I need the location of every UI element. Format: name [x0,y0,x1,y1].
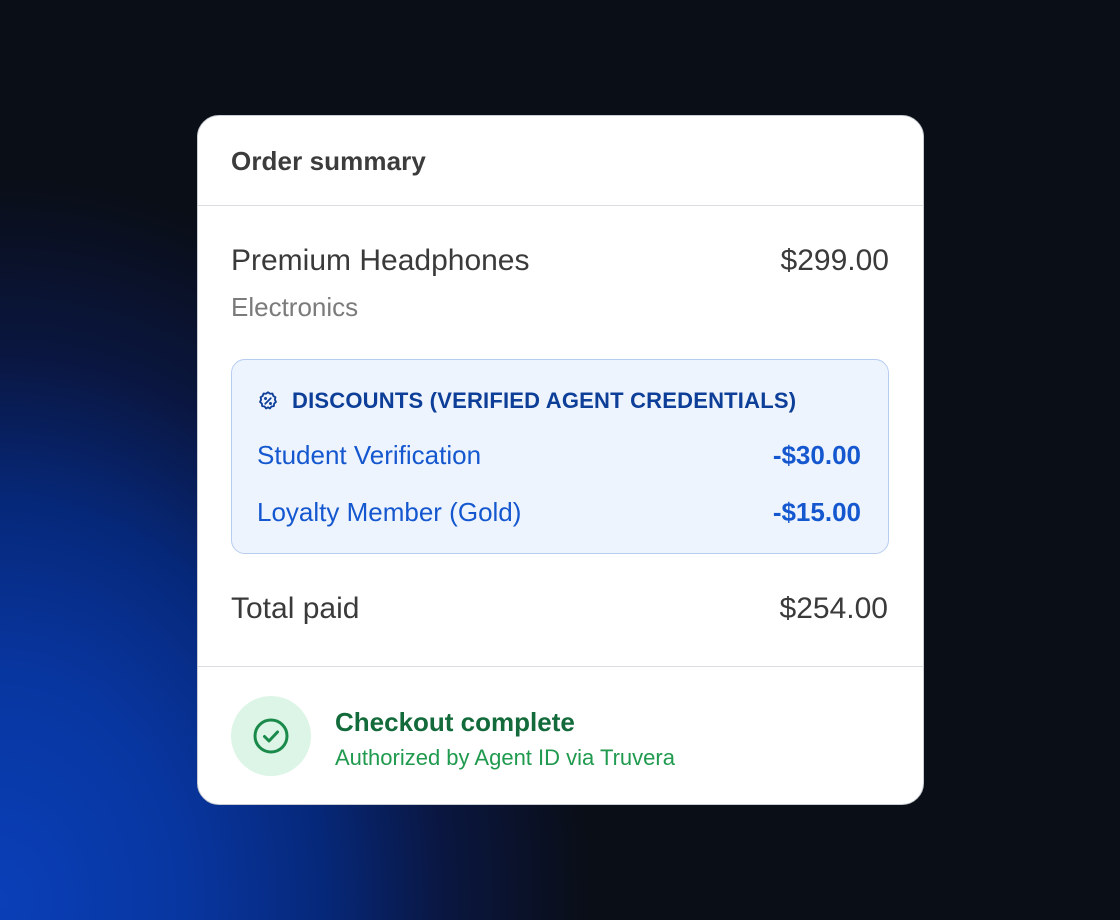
product-row: Premium Headphones $299.00 [231,244,889,278]
card-header: Order summary [198,116,923,206]
card-title: Order summary [231,146,426,176]
discount-label: Loyalty Member (Gold) [257,497,522,527]
order-summary-card: Order summary Premium Headphones $299.00… [197,115,924,805]
discount-amount: -$15.00 [772,497,861,527]
discount-label: Student Verification [257,440,482,470]
product-price: $299.00 [780,244,889,277]
total-value: $254.00 [779,592,888,625]
status-subtitle: Authorized by Agent ID via Truvera [335,745,675,770]
discounts-title: DISCOUNTS (VERIFIED AGENT CREDENTIALS) [292,388,797,413]
discount-row: Loyalty Member (Gold) -$15.00 [257,497,861,528]
discounts-header: DISCOUNTS (VERIFIED AGENT CREDENTIALS) [257,388,861,414]
check-circle-icon [253,718,289,754]
product-name: Premium Headphones [231,244,530,277]
product-category: Electronics [231,292,359,322]
discounts-panel: DISCOUNTS (VERIFIED AGENT CREDENTIALS) S… [231,359,889,554]
discount-badge-icon [259,391,277,410]
status-title: Checkout complete [335,707,575,737]
discount-amount: -$30.00 [772,440,861,470]
discount-row: Student Verification -$30.00 [257,440,861,471]
total-label: Total paid [231,592,360,625]
checkout-status: Checkout complete Authorized by Agent ID… [198,666,923,804]
total-row: Total paid $254.00 [231,592,888,626]
product-line-item: Premium Headphones $299.00 Electronics [231,244,889,323]
check-circle-badge [231,696,311,776]
